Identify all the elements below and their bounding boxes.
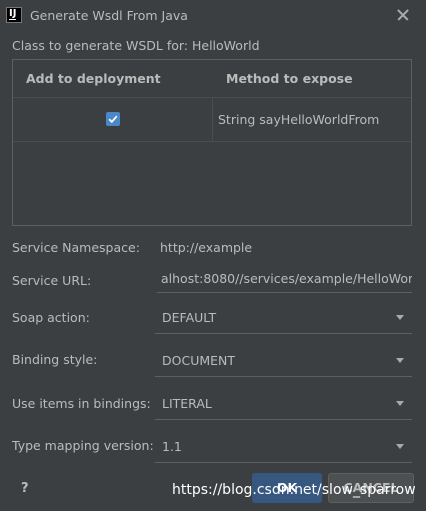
title-bar: IJ Generate Wsdl From Java [0,0,426,32]
dropdown-arrow-icon [396,444,404,449]
namespace-field[interactable]: http://example [160,240,252,255]
soap-action-value: DEFAULT [162,310,217,325]
watermark: https://blog.csdn.net/slow_sparrow [172,482,416,498]
methods-table: Add to deployment Method to expose Strin… [12,59,412,226]
binding-style-label: Binding style: [12,352,98,367]
header-add-to-deployment[interactable]: Add to deployment [26,71,161,86]
check-icon [108,115,118,124]
header-method-to-expose[interactable]: Method to expose [226,71,353,86]
deploy-checkbox[interactable] [106,112,120,126]
help-icon[interactable]: ? [21,481,29,496]
class-label: Class to generate WSDL for: HelloWorld [12,38,260,53]
method-name: String sayHelloWorldFrom [218,112,380,127]
type-mapping-select[interactable]: 1.1 [155,431,412,463]
type-mapping-label: Type mapping version: [12,438,154,453]
type-mapping-value: 1.1 [162,439,182,454]
column-divider [212,98,213,141]
url-label: Service URL: [12,273,92,288]
dropdown-arrow-icon [396,358,404,363]
binding-style-value: DOCUMENT [162,353,236,368]
service-url-field[interactable]: alhost:8080//services/example/HelloWorld [157,267,412,293]
soap-action-label: Soap action: [12,310,90,325]
intellij-icon: IJ [6,7,22,23]
use-items-select[interactable]: LITERAL [155,388,412,420]
table-header: Add to deployment Method to expose [13,60,411,97]
table-row[interactable]: String sayHelloWorldFrom [13,98,411,142]
use-items-label: Use items in bindings: [12,396,151,411]
close-icon[interactable] [392,4,414,26]
dropdown-arrow-icon [396,401,404,406]
use-items-value: LITERAL [162,396,212,411]
soap-action-select[interactable]: DEFAULT [155,302,412,334]
namespace-label: Service Namespace: [12,240,140,255]
binding-style-select[interactable]: DOCUMENT [155,345,412,377]
dropdown-arrow-icon [396,315,404,320]
service-url-value: alhost:8080//services/example/HelloWorld [161,271,412,286]
window-title: Generate Wsdl From Java [30,8,188,23]
